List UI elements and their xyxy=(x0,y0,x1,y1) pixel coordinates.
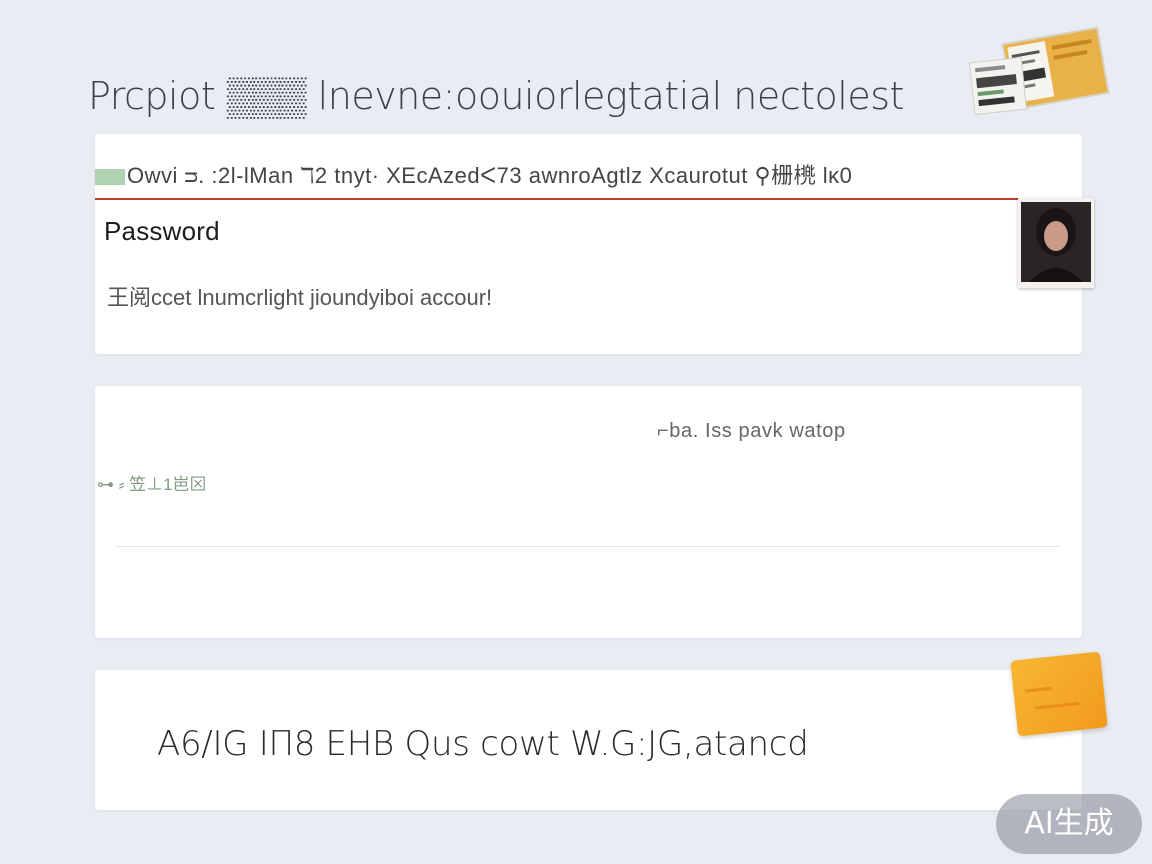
password-label: Password xyxy=(104,216,220,246)
card-header-banner: Owvi ᴝ. :2l-lMan ℸ2 tnyt· XEcAzedᐸ73 awn… xyxy=(95,134,1082,200)
portrait-photo xyxy=(1018,198,1094,288)
divider xyxy=(115,546,1060,547)
banner-label: Owvi ᴝ. :2l-lMan ℸ2 tnyt· XEcAzedᐸ73 awn… xyxy=(127,163,853,188)
portrait-image xyxy=(1021,202,1091,282)
card-caption: ⌐ba. Iss pavk watop xyxy=(657,420,846,442)
page-title: Prcpiot ▒▒▒ lnevne:oouiorlegtatial necto… xyxy=(88,74,904,118)
banner-text: Owvi ᴝ. :2l-lMan ℸ2 tnyt· XEcAzedᐸ73 awn… xyxy=(95,158,852,190)
green-mark-icon xyxy=(95,169,125,186)
card-side-text: ⊶ ⸗ 笠⊥1岜⊠ xyxy=(97,475,207,494)
password-card: Owvi ᴝ. :2l-lMan ℸ2 tnyt· XEcAzedᐸ73 awn… xyxy=(95,134,1082,354)
content-card: ⌐ba. Iss pavk watop ⊶ ⸗ 笠⊥1岜⊠ xyxy=(95,386,1082,638)
product-label-sticker xyxy=(968,26,1110,116)
password-help-text: 王阅ccet lnumcrlight jioundyiboi accour! xyxy=(107,285,493,310)
footer-card: A6/IG ΙΠ8 ΕΗΒ Qus cowt W.G:JG,atancd xyxy=(95,670,1082,810)
orange-sticky-note-icon xyxy=(1010,651,1108,737)
footer-text: A6/IG ΙΠ8 ΕΗΒ Qus cowt W.G:JG,atancd xyxy=(157,724,809,764)
ai-generated-badge: AI生成 xyxy=(996,794,1142,854)
